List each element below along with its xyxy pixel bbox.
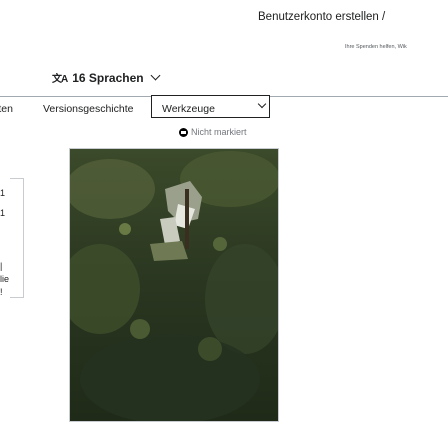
tab-partial[interactable]: iten xyxy=(0,103,13,115)
flag-icon xyxy=(179,127,188,137)
chevron-down-icon xyxy=(150,70,161,81)
tab-version-history[interactable]: Versionsgeschichte xyxy=(43,103,133,115)
left-edge-text: ! xyxy=(0,287,3,297)
left-panel-edge xyxy=(10,178,24,298)
language-icon: 文A xyxy=(52,74,68,85)
tools-dropdown-label: Werkzeuge xyxy=(162,103,215,115)
language-switcher-button[interactable]: 文A 16 Sprachen xyxy=(52,70,161,85)
nature-photo-icon xyxy=(70,149,278,421)
left-edge-text: 1 xyxy=(0,188,6,198)
create-account-link[interactable]: Benutzerkonto erstellen / xyxy=(258,11,385,23)
review-status-text: Nicht markiert xyxy=(191,127,247,137)
left-edge-text: 1 xyxy=(0,208,6,218)
left-edge-text: lie xyxy=(0,274,10,284)
left-edge-text: | xyxy=(0,261,3,271)
language-count-label: 16 Sprachen xyxy=(72,70,144,85)
review-status[interactable]: Nicht markiert xyxy=(179,127,247,137)
donate-note: Ihre Spenden helfen, Wik xyxy=(345,44,407,50)
article-image[interactable] xyxy=(69,148,279,422)
